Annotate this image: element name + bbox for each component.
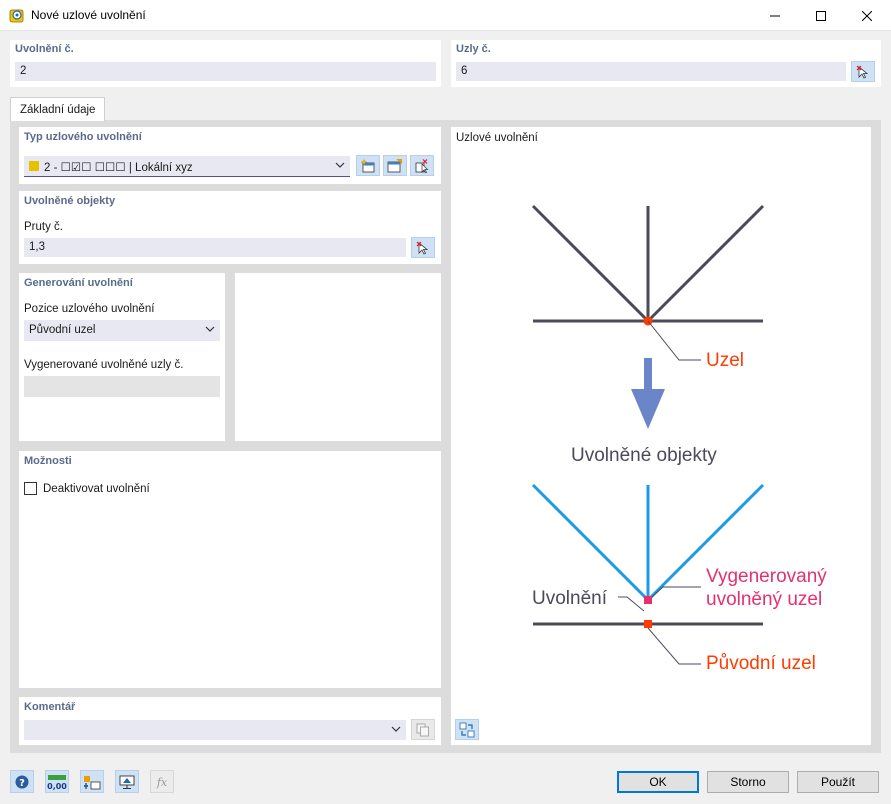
generated-nodes-label: Vygenerované uvolněné uzly č.	[24, 359, 184, 371]
gray-member-left	[531, 204, 650, 323]
app-icon	[9, 9, 24, 23]
node-leader-line	[647, 320, 701, 361]
chevron-down-icon	[205, 326, 215, 332]
library-release-type-button[interactable]	[383, 155, 407, 176]
close-icon	[862, 10, 872, 21]
nodes-number-field[interactable]: 6	[456, 62, 846, 81]
edit-release-type-button[interactable]	[410, 155, 434, 176]
release-type-panel: Typ uzlového uvolnění 2 - ☐☑☐ ☐☐☐ | Loká…	[19, 127, 441, 184]
generated-node-label-1: Vygenerovaný	[706, 566, 827, 587]
generated-node-label-2: uvolněný uzel	[706, 589, 823, 610]
members-label: Pruty č.	[24, 221, 63, 233]
gray-member-right	[646, 204, 765, 323]
release-type-select[interactable]: 2 - ☐☑☐ ☐☐☐ | Lokální xyz	[24, 156, 350, 177]
diagram-panel: Uzlové uvolnění Uzel Uvolněné objekty Vy…	[451, 127, 871, 745]
node-label: Uzel	[706, 350, 745, 371]
pick-nodes-button[interactable]	[851, 61, 875, 82]
tab-basic-data[interactable]: Základní údaje	[10, 97, 105, 121]
view-button[interactable]	[115, 770, 139, 793]
generation-title: Generování uvolnění	[24, 277, 133, 289]
released-objects-panel: Uvolněné objekty Pruty č. 1,3	[19, 191, 441, 264]
display-settings-button[interactable]	[80, 770, 104, 793]
deactivate-label: Deaktivovat uvolnění	[43, 483, 150, 495]
apply-button[interactable]: Použít	[797, 771, 879, 793]
release-type-value: 2 - ☐☑☐ ☐☐☐ | Lokální xyz	[44, 162, 193, 174]
down-arrow-icon	[631, 389, 665, 429]
release-number-label: Uvolnění č.	[15, 43, 74, 55]
released-objects-label: Uvolněné objekty	[571, 445, 717, 466]
pick-cursor-icon	[416, 241, 429, 255]
arrow-shaft	[644, 358, 652, 391]
help-icon: ?	[15, 775, 29, 789]
node-release-diagram	[531, 204, 765, 665]
formula-icon: fx	[156, 776, 168, 789]
formula-button[interactable]: fx	[150, 770, 174, 793]
released-objects-title: Uvolněné objekty	[24, 195, 116, 207]
position-label: Pozice uzlového uvolnění	[24, 303, 155, 315]
position-value: Původní uzel	[29, 324, 96, 336]
units-decimal-icon: 0,00	[47, 774, 67, 790]
svg-text:0,00: 0,00	[47, 782, 67, 790]
ok-button[interactable]: OK	[617, 771, 699, 793]
blue-member-left	[531, 483, 650, 602]
pick-cursor-icon	[856, 65, 869, 79]
release-type-color-swatch	[29, 161, 39, 171]
members-field[interactable]: 1,3	[24, 238, 406, 257]
units-button[interactable]: 0,00	[45, 770, 69, 793]
generation-panel: Generování uvolnění Pozice uzlového uvol…	[19, 273, 225, 441]
deactivate-checkbox[interactable]	[24, 482, 37, 495]
close-button[interactable]	[844, 0, 890, 31]
svg-text:?: ?	[19, 778, 25, 789]
release-type-title: Typ uzlového uvolnění	[24, 131, 142, 143]
comment-library-button[interactable]	[411, 719, 435, 740]
new-item-icon	[360, 158, 375, 172]
pick-edit-icon	[415, 158, 429, 173]
cancel-button[interactable]: Storno	[707, 771, 789, 793]
options-title: Možnosti	[24, 455, 72, 467]
generated-node-marker	[644, 596, 652, 604]
nodes-number-panel: Uzly č. 6	[451, 40, 881, 87]
chevron-down-icon	[335, 162, 345, 168]
display-properties-icon	[84, 775, 101, 789]
comment-select[interactable]	[24, 720, 406, 740]
library-icon	[387, 158, 402, 172]
diagram-options-button[interactable]	[455, 719, 479, 740]
window-title: Nové uzlové uvolnění	[31, 8, 146, 22]
comment-panel: Komentář	[19, 697, 441, 745]
refresh-view-icon	[459, 722, 475, 737]
svg-text:fx: fx	[156, 776, 168, 789]
release-label: Uvolnění	[532, 588, 607, 609]
comment-title: Komentář	[24, 701, 76, 713]
original-node-leader	[647, 627, 701, 665]
original-node-marker	[644, 620, 652, 628]
nodes-number-label: Uzly č.	[456, 43, 491, 55]
chevron-down-icon	[391, 726, 401, 732]
generation-preview-panel	[235, 273, 441, 441]
title-bar: Nové uzlové uvolnění	[0, 0, 891, 31]
minimize-icon	[770, 15, 780, 16]
options-panel: Možnosti Deaktivovat uvolnění	[19, 451, 441, 688]
maximize-icon	[816, 10, 826, 21]
new-release-type-button[interactable]	[356, 155, 380, 176]
release-leader-line	[618, 596, 645, 612]
release-number-panel: Uvolnění č. 2	[10, 40, 441, 87]
monitor-view-icon	[119, 775, 135, 789]
generated-nodes-field	[24, 376, 220, 397]
maximize-button[interactable]	[798, 0, 844, 31]
pick-members-button[interactable]	[411, 237, 435, 258]
minimize-button[interactable]	[752, 0, 798, 31]
release-number-field[interactable]: 2	[15, 62, 436, 81]
help-button[interactable]: ?	[10, 770, 34, 793]
original-node-label: Původní uzel	[706, 653, 816, 674]
copy-icon	[416, 723, 429, 736]
position-select[interactable]: Původní uzel	[24, 320, 220, 341]
